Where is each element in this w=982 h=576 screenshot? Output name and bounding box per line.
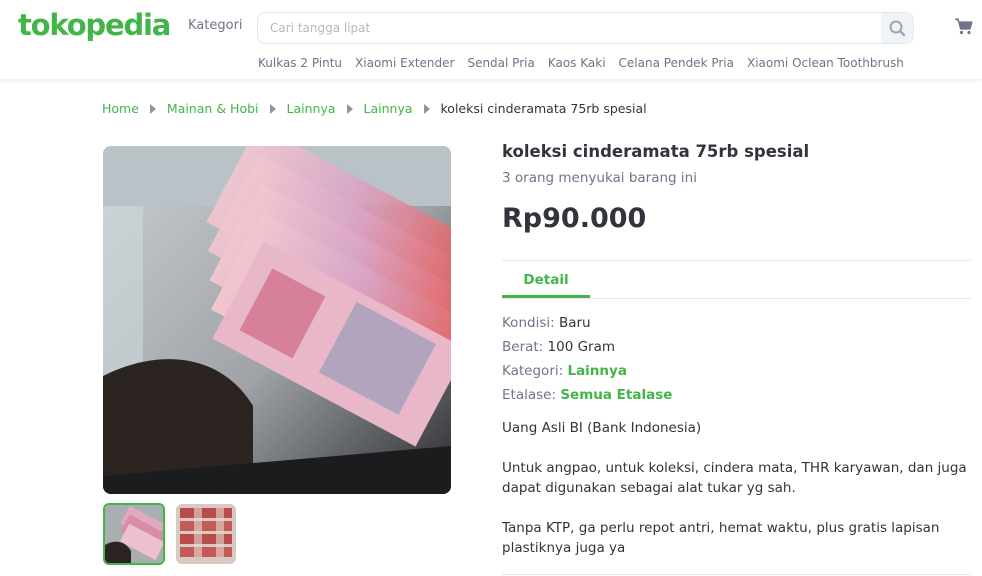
chevron-right-icon [149,103,156,114]
divider [502,260,971,261]
suggestion-link[interactable]: Celana Pendek Pria [619,56,734,70]
description-line: Uang Asli BI (Bank Indonesia) [502,420,702,436]
product-title: koleksi cinderamata 75rb spesial [502,142,810,161]
spec-showcase: Etalase: Semua Etalase [502,387,672,403]
breadcrumb: Home Mainan & Hobi Lainnya Lainnya koleksi c… [102,101,647,116]
thumbnail-image [105,505,163,563]
spec-label: Kategori: [502,363,564,379]
cart-button[interactable] [954,16,974,36]
spec-value: Baru [558,315,591,331]
cart-icon [955,18,973,35]
search-input[interactable] [258,13,878,43]
banknotes-photo [103,146,451,494]
suggestion-link[interactable]: Kaos Kaki [548,56,606,70]
chevron-right-icon [269,103,276,114]
category-menu[interactable]: Kategori [188,18,243,33]
suggestion-link[interactable]: Xiaomi Extender [355,56,454,70]
breadcrumb-home[interactable]: Home [102,101,139,116]
category-link[interactable]: Lainnya [567,363,626,379]
spec-label: Kondisi: [502,315,555,331]
product-likes: 3 orang menyukai barang ini [502,170,697,186]
top-header: tokopedia Kategori Kulkas 2 Pintu Xiaomi … [0,0,982,79]
product-thumbnail-2[interactable] [176,504,236,564]
spec-label: Berat: [502,339,544,355]
product-price: Rp90.000 [502,203,647,234]
showcase-link[interactable]: Semua Etalase [560,387,672,403]
search-button[interactable] [881,13,913,43]
breadcrumb-category[interactable]: Mainan & Hobi [167,101,259,116]
search-bar [257,12,914,44]
product-thumbnail-1[interactable] [103,503,165,565]
description-paragraph: Tanpa KTP, ga perlu repot antri, hemat w… [502,520,940,556]
suggestion-link[interactable]: Sendal Pria [467,56,534,70]
divider [502,298,971,299]
search-suggestions: Kulkas 2 Pintu Xiaomi Extender Sendal Pria… [258,56,917,70]
thumbnail-image [176,504,236,564]
tab-detail[interactable]: Detail [502,262,590,298]
divider [502,574,971,575]
chevron-right-icon [346,103,353,114]
suggestion-link[interactable]: Kulkas 2 Pintu [258,56,342,70]
description-paragraph: Untuk angpao, untuk koleksi, cindera mat… [502,460,967,496]
breadcrumb-subcategory[interactable]: Lainnya [287,101,336,116]
breadcrumb-subcategory-2[interactable]: Lainnya [364,101,413,116]
breadcrumb-current: koleksi cinderamata 75rb spesial [440,101,647,116]
tokopedia-logo[interactable]: tokopedia [18,8,171,42]
suggestion-link[interactable]: Xiaomi Oclean Toothbrush [747,56,904,70]
spec-weight: Berat: 100 Gram [502,339,615,355]
spec-label: Etalase: [502,387,557,403]
product-main-image[interactable] [103,146,451,494]
spec-condition: Kondisi: Baru [502,315,591,331]
spec-value: 100 Gram [547,339,616,355]
chevron-right-icon [423,103,430,114]
search-icon [889,20,906,37]
spec-category: Kategori: Lainnya [502,363,627,379]
